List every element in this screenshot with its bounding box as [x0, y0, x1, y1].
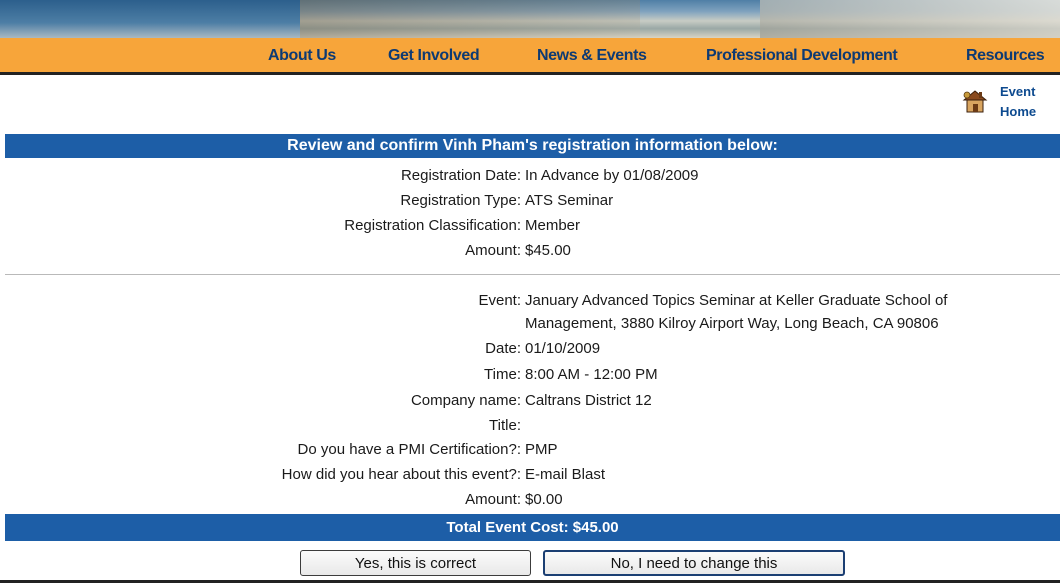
registration-type-row: Registration Type: ATS Seminar: [0, 192, 1060, 214]
event-date-value: 01/10/2009: [525, 340, 601, 357]
title-row: Title:: [0, 417, 1060, 439]
event-amount-label: Amount:: [465, 491, 521, 508]
registration-date-value: In Advance by 01/08/2009: [525, 167, 699, 184]
review-heading: Review and confirm Vinh Pham's registrat…: [5, 134, 1060, 158]
title-label: Title:: [489, 417, 521, 434]
pmi-certification-row: Do you have a PMI Certification?: PMP: [0, 441, 1060, 463]
registration-type-label: Registration Type:: [400, 192, 521, 209]
registration-type-value: ATS Seminar: [525, 192, 614, 209]
registration-amount-label: Amount:: [465, 242, 521, 259]
registration-date-label: Registration Date:: [400, 167, 521, 184]
nav-news-events[interactable]: News & Events: [537, 47, 647, 65]
event-time-value: 8:00 AM - 12:00 PM: [525, 366, 658, 383]
main-nav: About Us Get Involved News & Events Prof…: [0, 38, 1060, 75]
nav-resources[interactable]: Resources: [966, 47, 1045, 65]
registration-classification-value: Member: [525, 217, 581, 234]
event-date-row: Date: 01/10/2009: [0, 340, 1060, 362]
banner-rocks: [300, 0, 640, 38]
event-time-row: Time: 8:00 AM - 12:00 PM: [0, 366, 1060, 388]
event-row: Event: January Advanced Topics Seminar a…: [0, 292, 1060, 314]
total-event-cost: Total Event Cost: $45.00: [5, 514, 1060, 541]
company-name-value: Caltrans District 12: [525, 392, 652, 409]
event-link-text[interactable]: Event: [1000, 84, 1035, 99]
hear-about-row: How did you hear about this event?: E-ma…: [0, 466, 1060, 488]
hear-about-label: How did you hear about this event?:: [281, 466, 521, 483]
home-link-text[interactable]: Home: [1000, 104, 1036, 119]
section-divider: [5, 274, 1060, 275]
event-amount-value: $0.00: [525, 491, 563, 508]
header-banner-image: [0, 0, 1060, 38]
nav-get-involved[interactable]: Get Involved: [388, 47, 480, 65]
event-row-continued: Management, 3880 Kilroy Airport Way, Lon…: [0, 315, 1060, 337]
company-name-row: Company name: Caltrans District 12: [0, 392, 1060, 414]
event-value-line1: January Advanced Topics Seminar at Kelle…: [525, 292, 948, 309]
banner-shore: [760, 0, 1060, 38]
event-home-link[interactable]: Event Home: [960, 82, 1060, 126]
nav-professional-development[interactable]: Professional Development: [706, 47, 898, 65]
pmi-certification-value: PMP: [525, 441, 558, 458]
registration-amount-value: $45.00: [525, 242, 571, 259]
event-time-label: Time:: [484, 366, 521, 383]
company-name-label: Company name:: [410, 392, 521, 409]
pmi-certification-label: Do you have a PMI Certification?:: [297, 441, 521, 458]
registration-amount-row: Amount: $45.00: [0, 242, 1060, 264]
registration-classification-label: Registration Classification:: [344, 217, 521, 234]
footer-rule: [0, 580, 1060, 583]
registration-classification-row: Registration Classification: Member: [0, 217, 1060, 239]
registration-date-row: Registration Date: In Advance by 01/08/2…: [0, 167, 1060, 189]
home-icon[interactable]: [960, 86, 990, 116]
event-label: Event:: [478, 292, 521, 309]
confirm-button[interactable]: Yes, this is correct: [300, 550, 531, 576]
nav-about-us[interactable]: About Us: [268, 47, 336, 65]
change-button[interactable]: No, I need to change this: [543, 550, 845, 576]
event-date-label: Date:: [485, 340, 521, 357]
event-value-line2: Management, 3880 Kilroy Airport Way, Lon…: [525, 315, 939, 332]
banner-sea: [0, 0, 300, 38]
hear-about-value: E-mail Blast: [525, 466, 606, 483]
event-amount-row: Amount: $0.00: [0, 491, 1060, 513]
